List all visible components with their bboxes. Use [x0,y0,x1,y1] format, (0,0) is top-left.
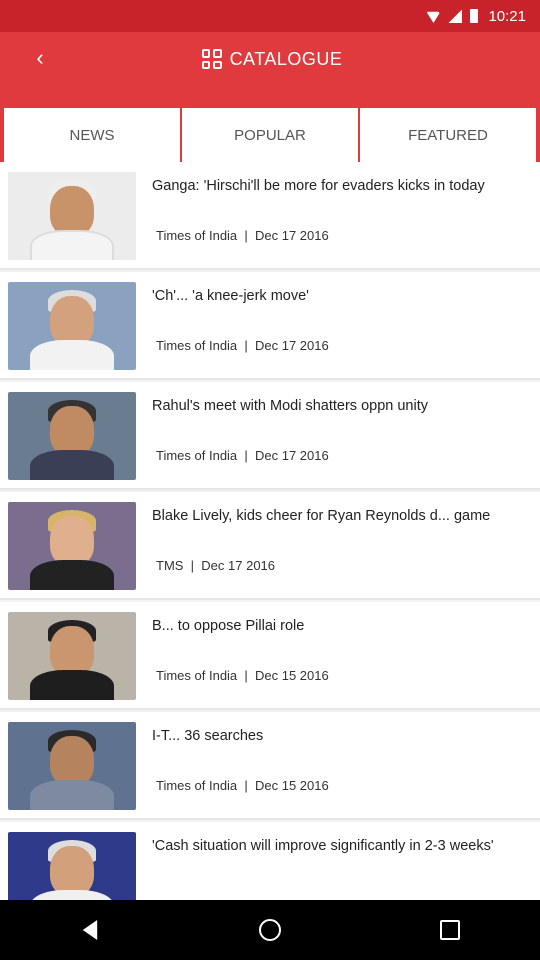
news-date: Dec 17 2016 [201,558,276,573]
news-thumbnail [8,502,136,590]
news-item[interactable]: Ganga: 'Hirschi'll be more for evaders k… [0,162,540,270]
news-source: Times of India [156,778,238,793]
news-headline: Blake Lively, kids cheer for Ryan Reynol… [152,508,491,524]
tab-news-label: NEWS [69,126,115,144]
news-thumbnail [8,722,136,810]
status-icons [426,9,479,23]
news-item[interactable]: Blake Lively, kids cheer for Ryan Reynol… [0,492,540,600]
news-item[interactable]: 'Ch'... 'a knee-jerk move' Times of Indi… [0,272,540,380]
news-item[interactable]: B... to oppose Pillai role Times of Indi… [0,602,540,710]
news-headline: Ganga: 'Hirschi'll be more for evaders k… [152,178,485,194]
news-date: Dec 17 2016 [255,228,329,243]
back-button[interactable]: ‹ [0,32,80,84]
news-item[interactable]: I-T... 36 searches Times of India | Dec … [0,712,540,820]
news-headline: I-T... 36 searches [152,728,264,744]
news-thumbnail [8,392,136,480]
app-bar: ‹ CATALOGUE [0,32,540,84]
chevron-left-icon: ‹ [36,45,44,70]
status-time: 10:21 [488,7,526,25]
news-source: Times of India [156,338,238,353]
news-thumbnail [8,282,136,370]
system-nav-bar [0,900,540,960]
news-meta: TMS | Dec 17 2016 [156,558,276,573]
tab-featured-label: FEATURED [408,126,488,144]
tabs: NEWS POPULAR FEATURED [0,108,540,162]
signal-icon [448,9,463,23]
news-headline: 'Ch'... 'a knee-jerk move' [152,288,309,304]
news-source: Times of India [156,668,238,683]
nav-back-button[interactable] [60,900,120,960]
nav-home-button[interactable] [240,900,300,960]
square-recents-icon [440,920,460,940]
news-headline: 'Cash situation will improve significant… [152,838,494,854]
tab-featured[interactable]: FEATURED [360,108,536,162]
news-feed[interactable]: Ganga: 'Hirschi'll be more for evaders k… [0,162,540,900]
circle-home-icon [259,919,281,941]
news-meta: Times of India | Dec 17 2016 [156,338,329,353]
tab-news[interactable]: NEWS [4,108,180,162]
news-meta: Times of India | Dec 15 2016 [156,778,329,793]
nav-recents-button[interactable] [420,900,480,960]
triangle-back-icon [82,920,98,940]
news-source: Times of India [156,228,238,243]
tab-popular-label: POPULAR [234,126,306,144]
news-thumbnail [8,832,136,900]
news-date: Dec 17 2016 [255,338,329,353]
status-bar: 10:21 [0,0,540,32]
tab-bar: NEWS POPULAR FEATURED [0,84,540,162]
news-date: Dec 17 2016 [255,448,329,463]
catalogue-label: CATALOGUE [229,48,343,69]
catalogue-button[interactable]: CATALOGUE [186,44,358,74]
news-source: TMS [156,558,184,573]
news-meta: Times of India | Dec 15 2016 [156,668,329,683]
grid-icon [201,49,222,69]
news-meta: Times of India | Dec 17 2016 [156,448,329,463]
news-item[interactable]: Rahul's meet with Modi shatters oppn uni… [0,382,540,490]
battery-icon [470,9,479,23]
news-date: Dec 15 2016 [255,668,329,683]
news-source: Times of India [156,448,238,463]
news-thumbnail [8,612,136,700]
news-meta: Times of India | Dec 17 2016 [156,228,329,243]
wifi-icon [426,11,441,23]
tab-popular[interactable]: POPULAR [182,108,358,162]
news-date: Dec 15 2016 [255,778,329,793]
news-thumbnail [8,172,136,260]
news-headline: Rahul's meet with Modi shatters oppn uni… [152,398,428,414]
news-headline: B... to oppose Pillai role [152,618,305,634]
news-item[interactable]: 'Cash situation will improve significant… [0,822,540,900]
